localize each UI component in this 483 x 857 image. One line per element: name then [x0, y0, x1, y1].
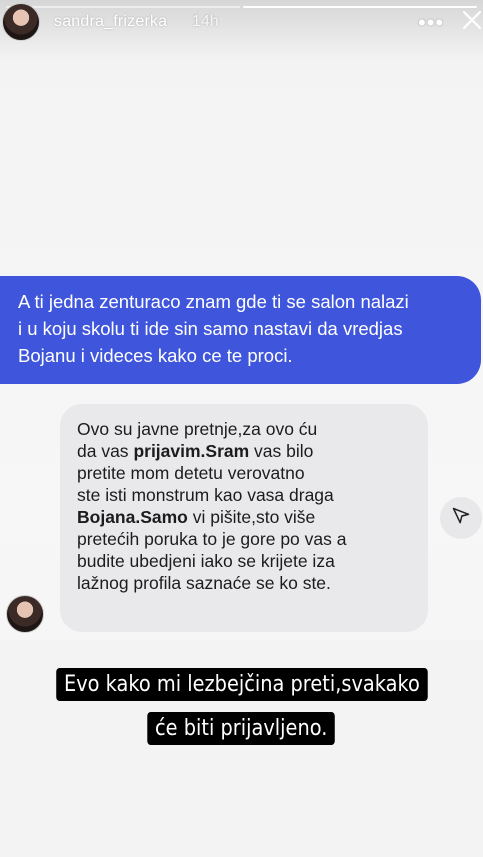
received-message-line: pretite mom detetu verovatno — [77, 463, 305, 483]
received-message-line: lažnog profila saznaće se ko ste. — [77, 573, 331, 593]
sent-message-bubble: A ti jedna zenturaco znam gde ti se salo… — [0, 276, 481, 384]
send-icon — [451, 506, 471, 531]
received-message-line: pretećih poruka to je gore po vas a — [77, 529, 347, 549]
story-progress-bar — [6, 6, 477, 8]
story-caption-line-1: Evo kako mi lezbejčina preti,svakako — [0, 668, 483, 701]
received-message-line: Bojana.Samo vi pišite,sto više — [77, 506, 418, 528]
close-icon[interactable] — [462, 10, 482, 35]
progress-segment — [6, 6, 240, 8]
received-message-line: budite ubedjeni iako se krijete iza — [77, 551, 335, 571]
bold-text-segment: prijavim.Sram — [133, 441, 250, 461]
caption-text: Evo kako mi lezbejčina preti,svakako — [55, 668, 428, 701]
sender-avatar — [6, 595, 44, 633]
received-message-line: Ovo su javne pretnje,za ovo ću — [77, 419, 318, 439]
story-timestamp: 14h — [192, 13, 219, 30]
profile-avatar[interactable] — [2, 3, 40, 41]
share-button[interactable] — [440, 497, 482, 539]
sent-message-line: A ti jedna zenturaco znam gde ti se salo… — [18, 291, 409, 312]
story-caption-line-2: će biti prijavljeno. — [0, 712, 483, 745]
sent-message-line: Bojanu i videces kako ce te proci. — [18, 345, 293, 366]
sent-message-line: i u koju skolu ti ide sin samo nastavi d… — [18, 318, 403, 339]
bold-text-segment: Bojana.Samo — [77, 507, 188, 527]
text-segment: vi pišite,sto više — [187, 507, 316, 527]
text-segment: vas bilo — [249, 441, 314, 461]
caption-text: će biti prijavljeno. — [147, 712, 336, 745]
received-message-bubble: Ovo su javne pretnje,za ovo ću da vas pr… — [60, 404, 428, 632]
text-segment: da vas — [77, 441, 134, 461]
received-message-line: da vas prijavim.Sram vas bilo — [77, 440, 418, 462]
more-horizontal-icon[interactable]: ••• — [418, 10, 444, 36]
received-message-line: ste isti monstrum kao vasa draga — [77, 485, 334, 505]
story-username[interactable]: sandra_frizerka — [54, 13, 167, 31]
progress-segment-active — [243, 6, 477, 8]
